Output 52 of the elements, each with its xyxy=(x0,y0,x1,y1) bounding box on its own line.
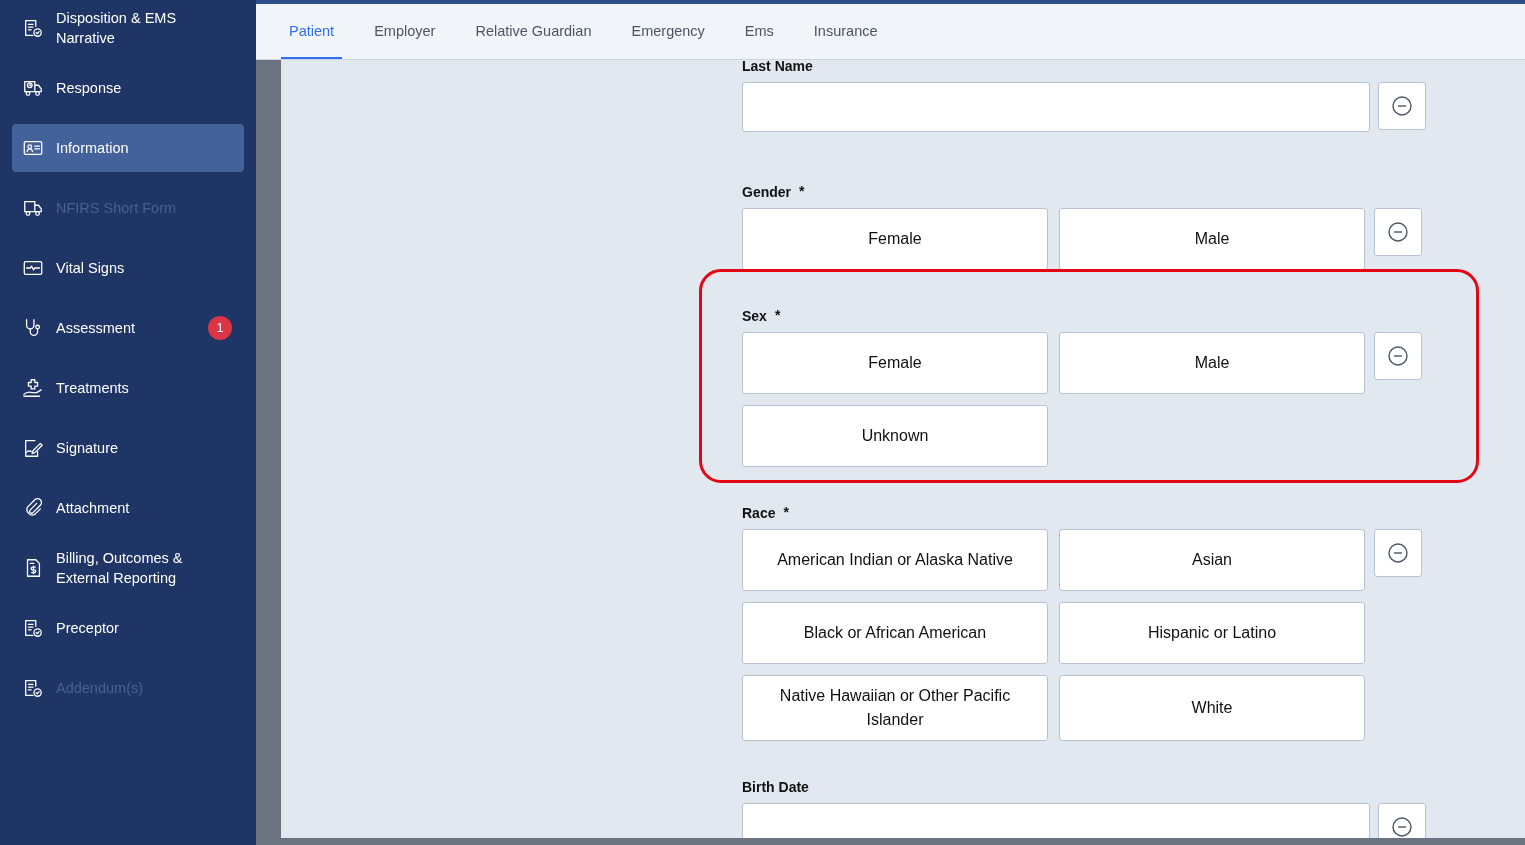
clear-button[interactable] xyxy=(1374,332,1422,380)
sidebar-item[interactable]: Response xyxy=(12,64,244,112)
count-badge: 1 xyxy=(208,316,232,340)
field-label: Race xyxy=(742,505,776,521)
field-label: Last Name xyxy=(742,60,813,74)
signature-icon xyxy=(22,437,44,459)
field-label: Birth Date xyxy=(742,779,809,795)
tab[interactable]: Employer xyxy=(366,4,444,59)
sidebar-item[interactable]: Preceptor xyxy=(12,604,244,652)
sidebar-item[interactable]: Assessment 1 xyxy=(12,304,244,352)
option-button[interactable]: White xyxy=(1059,675,1365,741)
clear-button[interactable] xyxy=(1374,529,1422,577)
minus-circle-icon xyxy=(1391,816,1413,838)
sidebar-item[interactable]: Vital Signs xyxy=(12,244,244,292)
field-label: Gender xyxy=(742,184,791,200)
option-button[interactable]: Male xyxy=(1059,208,1365,270)
sidebar-item[interactable]: Information xyxy=(12,124,244,172)
required-mark: * xyxy=(799,184,805,198)
minus-circle-icon xyxy=(1387,345,1409,367)
document-check-icon xyxy=(22,617,44,639)
tab[interactable]: Emergency xyxy=(623,4,713,59)
text-field[interactable] xyxy=(742,82,1370,132)
sidebar-item[interactable]: Attachment xyxy=(12,484,244,532)
option-button[interactable]: Native Hawaiian or Other Pacific Islander xyxy=(742,675,1048,741)
tab[interactable]: Insurance xyxy=(805,4,886,59)
sidebar-item[interactable]: Signature xyxy=(12,424,244,472)
clear-button[interactable] xyxy=(1378,803,1426,838)
text-field[interactable] xyxy=(742,803,1370,838)
tab[interactable]: Relative Guardian xyxy=(467,4,600,59)
sidebar-item[interactable]: Disposition & EMS Narrative xyxy=(12,4,244,52)
option-button[interactable]: Unknown xyxy=(742,405,1048,467)
required-mark: * xyxy=(774,308,781,322)
option-button[interactable]: Black or African American xyxy=(742,602,1048,664)
required-mark: * xyxy=(783,505,789,519)
minus-circle-icon xyxy=(1387,542,1409,564)
option-button[interactable]: Female xyxy=(742,332,1048,394)
minus-circle-icon xyxy=(1387,221,1409,243)
hand-plus-icon xyxy=(22,377,44,399)
sidebar-item[interactable]: Treatments xyxy=(12,364,244,412)
tab[interactable]: Ems xyxy=(736,4,782,59)
option-button[interactable]: American Indian or Alaska Native xyxy=(742,529,1048,591)
option-button[interactable]: Asian xyxy=(1059,529,1365,591)
sidebar-item[interactable]: Billing, Outcomes & External Reporting xyxy=(12,544,244,592)
clear-button[interactable] xyxy=(1378,82,1426,130)
document-check-icon xyxy=(22,17,44,39)
option-button[interactable]: Hispanic or Latino xyxy=(1059,602,1365,664)
clear-button[interactable] xyxy=(1374,208,1422,256)
option-button[interactable]: Female xyxy=(742,208,1048,270)
field-label: Sex xyxy=(742,308,767,324)
document-check-icon xyxy=(22,677,44,699)
minus-circle-icon xyxy=(1391,95,1413,117)
option-button[interactable]: Male xyxy=(1059,332,1365,394)
